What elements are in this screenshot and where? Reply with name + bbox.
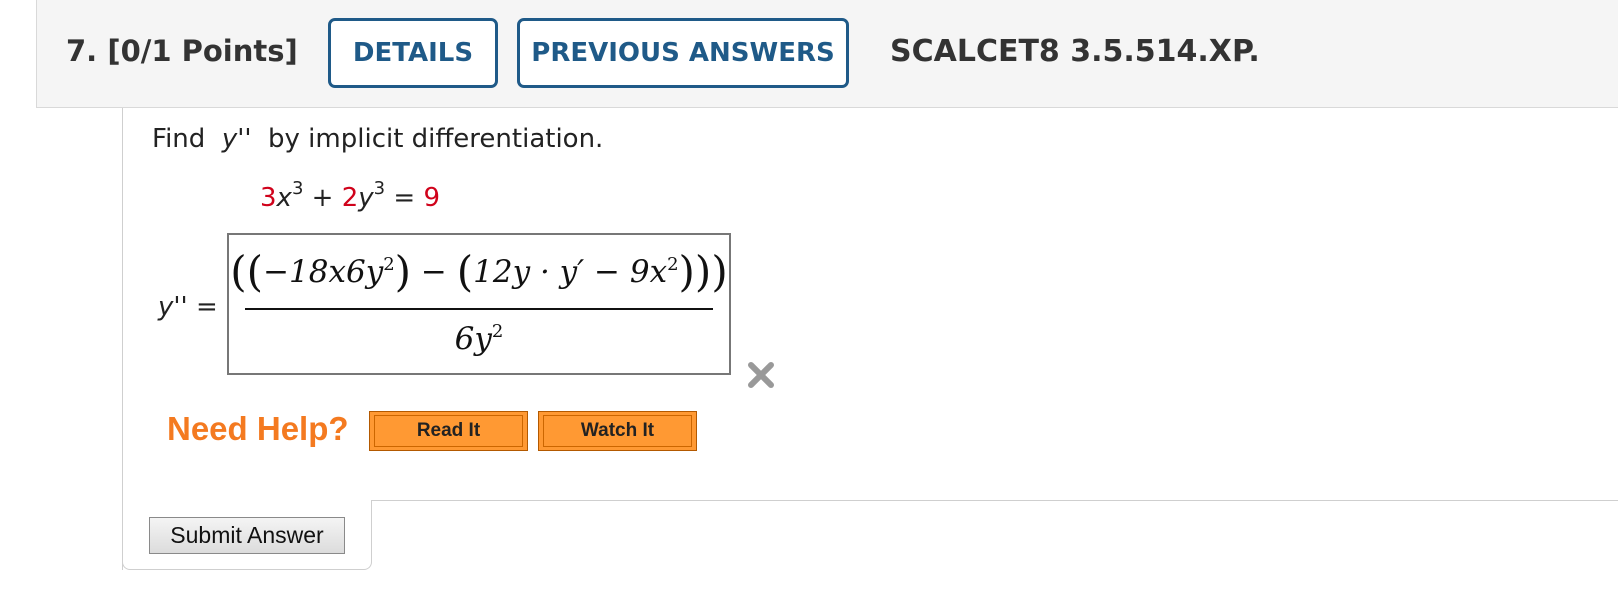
paren-open: ((	[230, 247, 264, 296]
prompt-find: Find	[152, 124, 206, 154]
numerator-minus: −	[411, 254, 457, 290]
numerator-term2: 12y · y′ − 9x	[473, 254, 668, 290]
equation-coef2: 2	[341, 183, 359, 213]
previous-answers-button[interactable]: PREVIOUS ANSWERS	[517, 18, 849, 88]
question-points: [0/1 Points]	[107, 34, 298, 68]
watch-it-button[interactable]: Watch It	[538, 411, 697, 451]
fraction-bar	[245, 308, 713, 310]
given-equation: 3x3 + 2y3 = 9	[260, 178, 440, 213]
question-number: 7.	[66, 34, 98, 68]
equation-exp2: 3	[373, 178, 386, 199]
question-number-points: 7. [0/1 Points]	[66, 34, 298, 68]
numerator-term1-exp: 2	[383, 254, 395, 275]
read-it-button[interactable]: Read It	[369, 411, 528, 451]
answer-numerator: ((−18x6y2) − (12y · y′ − 9x2)))	[229, 247, 729, 296]
paren-open-2: (	[456, 247, 474, 296]
equation-var2: y	[358, 183, 374, 213]
equation-var1: x	[276, 183, 292, 213]
divider	[372, 500, 1618, 501]
submit-answer-button[interactable]: Submit Answer	[149, 517, 345, 554]
equation-equals: =	[393, 183, 416, 213]
paren-close-inner: )	[394, 247, 412, 296]
paren-close: )))	[678, 247, 728, 296]
prompt-rest: by implicit differentiation.	[268, 124, 604, 154]
denominator-exp: 2	[491, 321, 504, 342]
need-help-label: Need Help?	[167, 410, 349, 447]
watch-it-label: Watch It	[543, 415, 692, 447]
equation-plus: +	[311, 183, 334, 213]
equation-exp1: 3	[291, 178, 304, 199]
denominator-term: 6y	[454, 321, 492, 357]
answer-input[interactable]: ((−18x6y2) − (12y · y′ − 9x2))) 6y2	[227, 233, 731, 375]
answer-denominator: 6y2	[229, 321, 729, 357]
wrong-x-icon	[748, 362, 774, 388]
answer-label: y'' =	[158, 292, 218, 322]
prompt-symbol: y''	[221, 124, 252, 154]
equation-rhs: 9	[423, 183, 440, 213]
problem-prompt: Find y'' by implicit differentiation.	[152, 124, 603, 154]
numerator-term1: −18x6y	[263, 254, 384, 290]
equation-coef1: 3	[260, 183, 277, 213]
read-it-label: Read It	[374, 415, 523, 447]
details-button[interactable]: DETAILS	[328, 18, 498, 88]
course-id: SCALCET8 3.5.514.XP.	[890, 34, 1260, 69]
numerator-term2-exp: 2	[667, 254, 679, 275]
